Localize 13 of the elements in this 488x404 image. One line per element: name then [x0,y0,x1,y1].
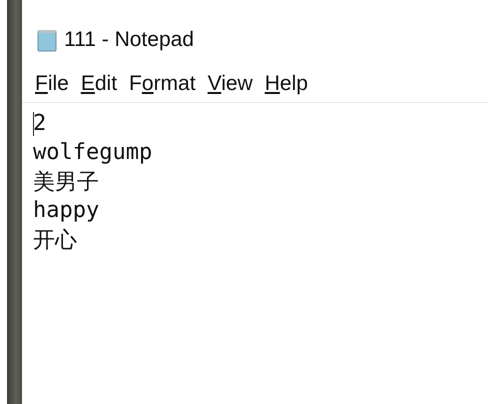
text-line: wolfegump [33,140,152,165]
menu-item[interactable]: Format [127,70,198,98]
menu-item[interactable]: File [33,70,71,98]
menu-item[interactable]: Edit [78,70,120,98]
menu-item[interactable]: View [206,70,255,98]
text-line: happy [33,198,100,223]
notepad-icon [35,28,59,52]
window-title: 111 - Notepad [64,28,194,52]
menu-item[interactable]: Help [262,70,310,98]
text-line: 美男子 [33,168,99,196]
text-editor[interactable]: 2 wolfegump 美男子 happy 开心 [22,103,488,404]
text-line: 2 [33,111,46,136]
text-line: 开心 [33,226,77,254]
